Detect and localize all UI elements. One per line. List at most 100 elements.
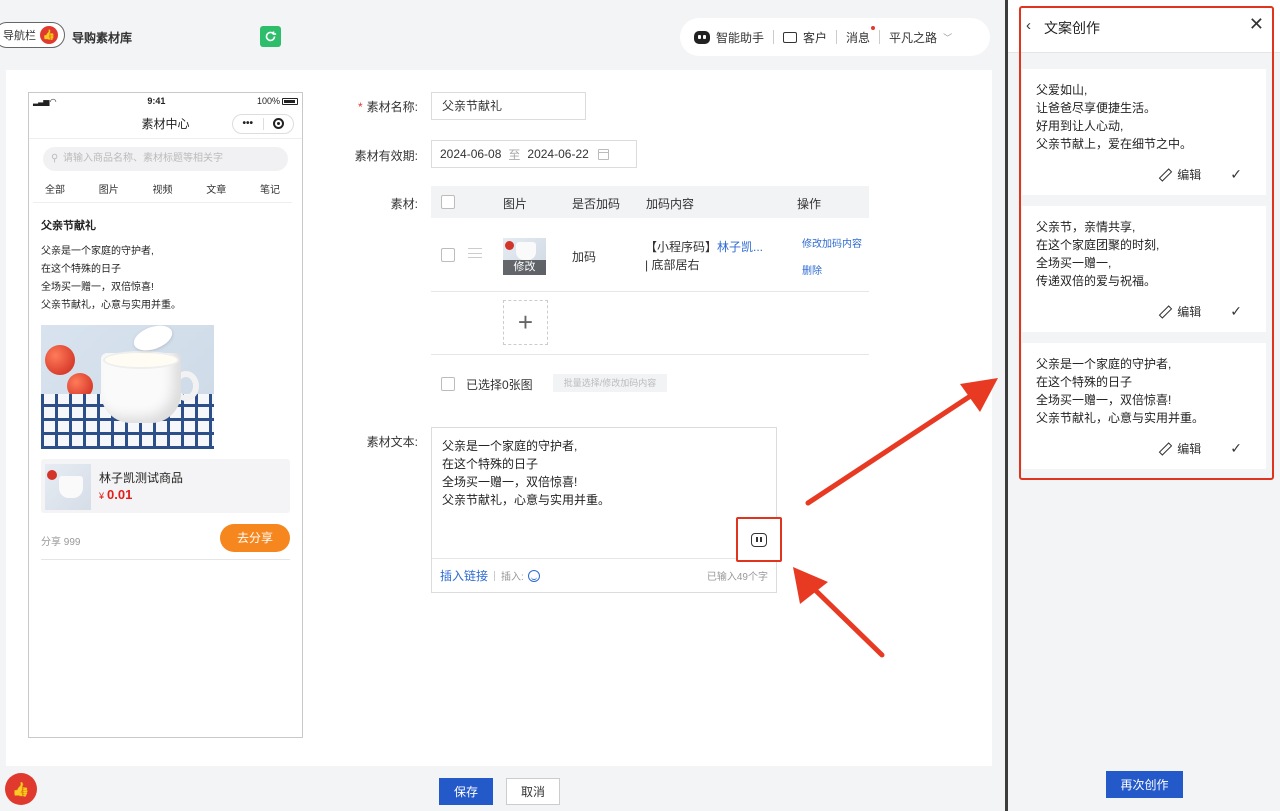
batch-edit-button[interactable]: 批量选择/修改加码内容 xyxy=(553,374,667,392)
material-table-header: 图片 是否加码 加码内容 操作 xyxy=(431,186,869,218)
nav-toggle-button[interactable]: 导航栏 👍 xyxy=(0,22,65,48)
add-image-button[interactable]: + xyxy=(503,300,548,345)
battery-icon xyxy=(282,98,298,106)
delete-link[interactable]: 删除 xyxy=(802,262,822,277)
material-text-area[interactable]: 父亲是一个家庭的守护者, 在这个特殊的日子 全场买一赠一，双倍惊喜! 父亲节献礼… xyxy=(431,427,777,593)
separator xyxy=(773,30,775,44)
drag-handle-icon[interactable] xyxy=(468,248,482,258)
code-link[interactable]: 林子凯... xyxy=(717,240,763,254)
row-checkbox[interactable] xyxy=(441,248,455,262)
thumbs-up-icon[interactable]: 👍 xyxy=(5,773,37,805)
col-operation: 操作 xyxy=(797,197,822,211)
material-label: 素材: xyxy=(390,197,418,211)
text-area-footer: 插入链接 插入: 已输入49个字 xyxy=(432,558,776,592)
validity-label: 素材有效期: xyxy=(354,149,418,163)
phone-tab-article[interactable]: 文章 xyxy=(206,181,226,202)
post-image xyxy=(41,325,214,449)
share-button[interactable]: 去分享 xyxy=(220,524,290,552)
message-button[interactable]: 消息 xyxy=(846,25,876,46)
material-thumbnail[interactable]: 修改 xyxy=(503,238,546,275)
divider xyxy=(41,559,290,560)
phone-tab-video[interactable]: 视频 xyxy=(153,181,173,202)
material-text-content[interactable]: 父亲是一个家庭的守护者, 在这个特殊的日子 全场买一赠一，双倍惊喜! 父亲节献礼… xyxy=(432,428,776,518)
nav-toggle-label: 导航栏 xyxy=(3,30,36,42)
bottom-action-bar xyxy=(0,766,1006,811)
separator xyxy=(836,30,838,44)
panel-title: 文案创作 xyxy=(1044,20,1100,36)
target-icon xyxy=(272,117,284,129)
col-image: 图片 xyxy=(503,197,528,211)
product-card[interactable]: 林子凯测试商品 ¥0.01 xyxy=(41,459,290,513)
selected-count: 已选择0张图 xyxy=(466,378,533,392)
chevron-down-icon: ﹀ xyxy=(943,32,953,43)
batch-checkbox[interactable] xyxy=(441,377,455,391)
divider xyxy=(431,291,869,292)
select-all-checkbox[interactable] xyxy=(441,195,455,209)
calendar-icon xyxy=(597,148,609,160)
copy-text: 父爱如山, 让爸爸尽享便捷生活。 好用到让人心动, 父亲节献上，爱在细节之中。 xyxy=(1036,83,1193,151)
panel-header: ‹ 文案创作 ✕ xyxy=(1008,0,1280,53)
required-mark: * xyxy=(357,100,363,114)
check-icon[interactable]: ✓ xyxy=(1230,166,1242,183)
post-body: 父亲是一个家庭的守护者, 在这个特殊的日子 全场买一赠一，双倍惊喜! 父亲节献礼… xyxy=(41,246,181,311)
save-button[interactable]: 保存 xyxy=(439,778,493,805)
copy-actions: 编辑 ✓ xyxy=(1159,440,1242,457)
edit-button[interactable]: 编辑 xyxy=(1177,303,1201,320)
phone-search-input[interactable]: 请输入商品名称、素材标题等相关字 xyxy=(43,147,288,171)
unread-dot xyxy=(871,25,876,30)
pencil-icon xyxy=(1159,169,1170,180)
phone-tab-image[interactable]: 图片 xyxy=(99,181,119,202)
ai-copywriting-button[interactable] xyxy=(736,517,782,562)
share-count: 分享 999 xyxy=(41,537,81,548)
user-name: 平凡之路 xyxy=(889,30,938,45)
battery-status: 100% xyxy=(257,96,298,106)
insert-label: 插入: xyxy=(501,572,524,583)
phone-preview: ▂▃▅ ◠ 9:41 100% 素材中心 ••• 请输入商品名称、素材标题等相关… xyxy=(28,92,303,738)
copy-actions: 编辑 ✓ xyxy=(1159,303,1242,320)
tomato-shape xyxy=(45,345,75,375)
close-icon[interactable]: ✕ xyxy=(1249,14,1264,35)
recreate-button[interactable]: 再次创作 xyxy=(1106,771,1183,798)
date-end[interactable]: 2024-06-22 xyxy=(527,147,588,161)
validity-date-picker[interactable]: 2024-06-08 至 2024-06-22 xyxy=(431,140,637,168)
date-start[interactable]: 2024-06-08 xyxy=(440,147,501,161)
code-content: 【小程序码】林子凯... | 底部居右 xyxy=(645,238,770,274)
refresh-icon[interactable] xyxy=(260,26,281,47)
signal-icon: ▂▃▅ ◠ xyxy=(33,96,57,106)
product-thumbnail xyxy=(45,464,91,510)
top-bar: 导航栏 👍 导购素材库 智能助手 客户 消息 平凡之路 ﹀ xyxy=(0,0,1006,70)
customer-button[interactable]: 客户 xyxy=(783,29,827,46)
user-menu[interactable]: 平凡之路 ﹀ xyxy=(889,29,952,46)
phone-tabs: 全部 图片 视频 文章 笔记 xyxy=(33,181,292,203)
check-icon[interactable]: ✓ xyxy=(1230,440,1242,457)
cancel-button[interactable]: 取消 xyxy=(506,778,560,805)
copy-actions: 编辑 ✓ xyxy=(1159,166,1242,183)
phone-tab-all[interactable]: 全部 xyxy=(45,181,65,202)
modify-code-link[interactable]: 修改加码内容 xyxy=(802,235,862,250)
assistant-button[interactable]: 智能助手 xyxy=(694,29,764,46)
copy-card: 父亲是一个家庭的守护者, 在这个特殊的日子 全场买一赠一，双倍惊喜! 父亲节献礼… xyxy=(1022,343,1266,469)
pencil-icon xyxy=(1159,443,1170,454)
code-prefix: 【小程序码】 xyxy=(645,240,718,254)
app-title: 导购素材库 xyxy=(72,31,133,45)
edit-button[interactable]: 编辑 xyxy=(1177,440,1201,457)
more-icon[interactable]: ••• xyxy=(233,115,263,133)
close-target-button[interactable] xyxy=(264,115,294,133)
name-label-text: 素材名称: xyxy=(366,100,418,114)
emoji-icon[interactable] xyxy=(527,569,540,582)
back-chevron-icon[interactable]: ‹ xyxy=(1026,17,1031,34)
separator xyxy=(494,570,496,581)
message-label: 消息 xyxy=(846,30,871,45)
phone-tab-note[interactable]: 笔记 xyxy=(260,181,280,202)
thumbs-up-icon: 👍 xyxy=(40,26,58,44)
date-separator: 至 xyxy=(508,147,521,162)
copy-card: 父爱如山, 让爸爸尽享便捷生活。 好用到让人心动, 父亲节献上，爱在细节之中。 … xyxy=(1022,69,1266,195)
robot-icon xyxy=(751,532,767,547)
insert-link-button[interactable]: 插入链接 xyxy=(440,567,488,584)
image-edit-overlay[interactable]: 修改 xyxy=(503,260,546,275)
material-name-input[interactable]: 父亲节献礼 xyxy=(431,92,586,120)
col-code-content: 加码内容 xyxy=(646,197,695,211)
mini-program-capsule[interactable]: ••• xyxy=(232,114,294,134)
edit-button[interactable]: 编辑 xyxy=(1177,166,1201,183)
check-icon[interactable]: ✓ xyxy=(1230,303,1242,320)
